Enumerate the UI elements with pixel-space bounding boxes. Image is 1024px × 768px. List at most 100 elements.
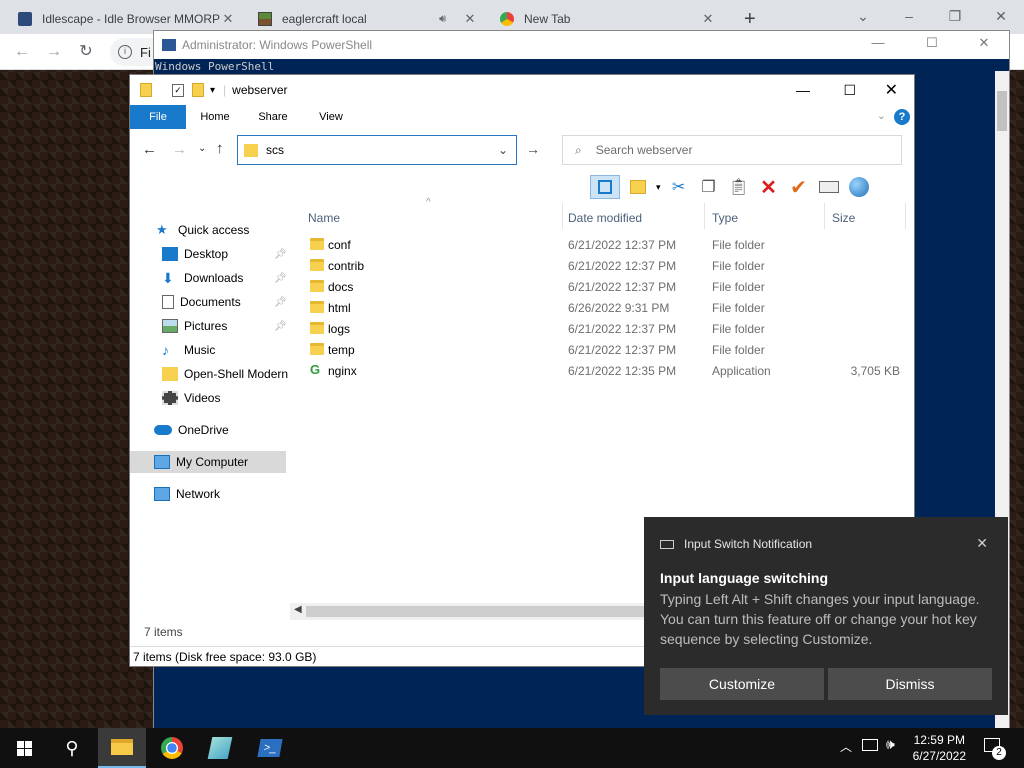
dropdown-icon[interactable]: ▾: [656, 182, 661, 193]
taskbar-file-explorer[interactable]: [98, 728, 146, 768]
back-arrow-icon[interactable]: ←: [12, 42, 32, 62]
back-arrow-icon[interactable]: ←: [142, 141, 157, 158]
go-arrow-icon[interactable]: →: [526, 141, 540, 157]
explorer-titlebar[interactable]: ✓ ▾ | webserver — ☐ ✕: [130, 75, 914, 105]
taskbar-powershell[interactable]: >_: [246, 728, 294, 768]
ribbon-expand-icon[interactable]: ⌄: [877, 109, 886, 122]
table-row[interactable]: temp 6/21/2022 12:37 PM File folder: [300, 340, 916, 361]
network-icon[interactable]: [862, 739, 878, 751]
up-arrow-icon[interactable]: ↑: [216, 140, 224, 157]
help-icon[interactable]: ?: [894, 109, 910, 125]
start-button[interactable]: [0, 728, 48, 768]
dismiss-button[interactable]: Dismiss: [828, 668, 992, 700]
copy-icon[interactable]: ❐: [697, 175, 721, 199]
address-dropdown-icon[interactable]: ⌄: [498, 143, 508, 157]
audio-playing-icon[interactable]: 🔊︎: [439, 13, 446, 26]
table-row[interactable]: contrib 6/21/2022 12:37 PM File folder: [300, 256, 916, 277]
column-name[interactable]: Name: [308, 207, 340, 229]
search-button[interactable]: ⚲: [48, 728, 96, 768]
sidebar-item-open-shell[interactable]: Open-Shell Modern: [162, 363, 288, 385]
qat-dropdown-icon[interactable]: ▾: [210, 85, 215, 96]
action-center-button[interactable]: 2: [982, 736, 1006, 760]
tab-file[interactable]: File: [130, 105, 186, 129]
minimize-icon[interactable]: —: [796, 82, 810, 98]
table-row[interactable]: Gnginx 6/21/2022 12:35 PM Application 3,705…: [300, 361, 916, 382]
close-icon[interactable]: ✕: [976, 535, 988, 552]
tab-view[interactable]: View: [308, 105, 354, 129]
rename-icon[interactable]: [817, 175, 841, 199]
input-switch-notification[interactable]: Input Switch Notification ✕ Input langua…: [644, 517, 1008, 715]
notification-body: Typing Left Alt + Shift changes your inp…: [660, 591, 980, 647]
chrome-icon: [161, 737, 183, 759]
column-divider[interactable]: [905, 203, 906, 229]
show-hidden-icons-icon[interactable]: ︿: [840, 738, 852, 755]
sidebar-item-documents[interactable]: Documents: [162, 291, 241, 313]
eaglercraft-favicon-icon: [258, 12, 272, 26]
column-divider[interactable]: [824, 203, 825, 229]
maximize-icon[interactable]: ☐: [843, 82, 856, 99]
table-row[interactable]: logs 6/21/2022 12:37 PM File folder: [300, 319, 916, 340]
table-row[interactable]: conf 6/21/2022 12:37 PM File folder: [300, 235, 916, 256]
address-text: scs: [266, 143, 284, 157]
minimize-icon[interactable]: –: [898, 6, 920, 26]
scroll-left-icon[interactable]: ◀: [294, 604, 302, 615]
table-row[interactable]: html 6/26/2022 9:31 PM File folder: [300, 298, 916, 319]
preview-pane-icon[interactable]: [590, 175, 620, 199]
minimize-icon[interactable]: —: [863, 35, 893, 55]
close-window-icon[interactable]: ✕: [990, 6, 1012, 26]
column-divider[interactable]: [704, 203, 705, 229]
maximize-icon[interactable]: ☐: [917, 35, 947, 55]
pin-icon[interactable]: 📌︎: [274, 321, 287, 332]
search-input[interactable]: ⌕ Search webserver: [562, 135, 902, 165]
folder-icon: [310, 322, 324, 334]
taskbar-app[interactable]: [196, 728, 244, 768]
explorer-title: webserver: [232, 83, 288, 97]
close-icon[interactable]: ✕: [885, 80, 898, 100]
new-folder-icon[interactable]: [192, 83, 204, 97]
column-size[interactable]: Size: [832, 207, 855, 229]
folder-icon: [310, 343, 324, 355]
customize-button[interactable]: Customize: [660, 668, 824, 700]
pin-icon[interactable]: 📌︎: [274, 297, 287, 308]
reload-icon[interactable]: ↻: [76, 42, 96, 62]
restore-icon[interactable]: ❐: [944, 6, 966, 26]
sidebar-item-videos[interactable]: Videos: [162, 387, 220, 409]
tab-home[interactable]: Home: [192, 105, 238, 129]
sidebar-item-network[interactable]: Network: [154, 483, 220, 505]
sidebar-item-pictures[interactable]: Pictures: [162, 315, 227, 337]
tab-share[interactable]: Share: [250, 105, 296, 129]
forward-arrow-icon[interactable]: →: [44, 42, 64, 62]
close-tab-icon[interactable]: ✕: [462, 11, 478, 27]
sidebar-item-music[interactable]: ♪ Music: [162, 339, 215, 361]
globe-icon[interactable]: [847, 175, 871, 199]
sidebar-item-onedrive[interactable]: OneDrive: [154, 419, 229, 441]
recent-locations-icon[interactable]: ⌄: [198, 143, 206, 154]
column-type[interactable]: Type: [712, 207, 738, 229]
delete-icon[interactable]: ✕: [757, 175, 781, 199]
sidebar-item-downloads[interactable]: ⬇ Downloads: [162, 267, 243, 289]
properties-icon[interactable]: ✓: [172, 83, 184, 97]
sidebar-item-my-computer[interactable]: My Computer: [130, 451, 286, 473]
new-folder-icon[interactable]: [626, 175, 650, 199]
pin-icon[interactable]: 📌︎: [274, 273, 287, 284]
forward-arrow-icon[interactable]: →: [172, 141, 187, 158]
music-note-icon: ♪: [162, 342, 169, 358]
cut-icon[interactable]: ✂: [667, 175, 691, 199]
checkmark-icon[interactable]: ✔: [787, 175, 811, 199]
clock[interactable]: 12:59 PM 6/27/2022: [913, 732, 966, 764]
close-icon[interactable]: ✕: [969, 35, 999, 55]
close-tab-icon[interactable]: ✕: [700, 11, 716, 27]
close-tab-icon[interactable]: ✕: [220, 11, 236, 27]
address-bar[interactable]: scs ⌄: [237, 135, 517, 165]
taskbar-chrome[interactable]: [148, 728, 196, 768]
column-divider[interactable]: [562, 203, 563, 229]
powershell-titlebar[interactable]: Administrator: Windows PowerShell — ☐ ✕: [154, 31, 1009, 59]
volume-icon[interactable]: 🕪︎: [886, 736, 895, 753]
pin-icon[interactable]: 📌︎: [274, 249, 287, 260]
column-date[interactable]: Date modified: [568, 207, 642, 229]
sidebar-item-desktop[interactable]: Desktop: [162, 243, 228, 265]
sidebar-item-quick-access[interactable]: ★ Quick access: [156, 219, 249, 241]
table-row[interactable]: docs 6/21/2022 12:37 PM File folder: [300, 277, 916, 298]
paste-icon[interactable]: 📋︎: [727, 175, 751, 199]
tab-search-icon[interactable]: ⌄: [852, 6, 874, 26]
